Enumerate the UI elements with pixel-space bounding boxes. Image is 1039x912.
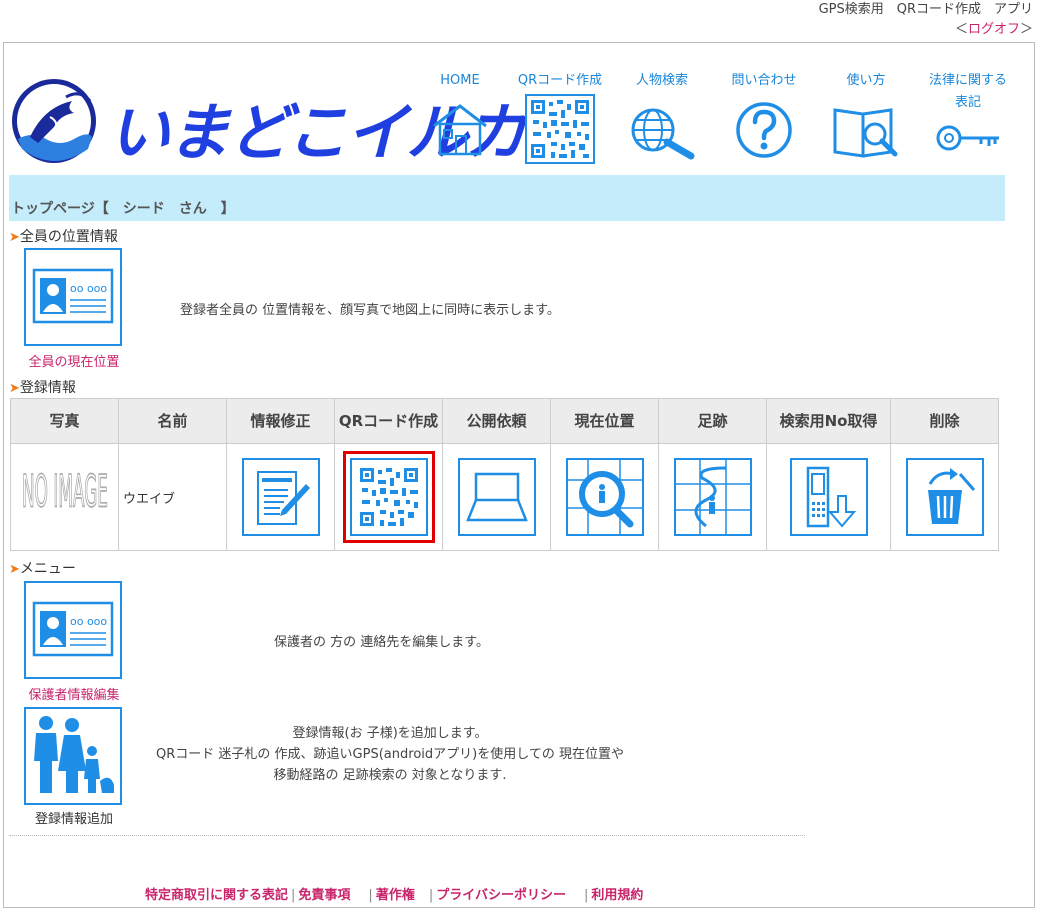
col-name: 名前: [118, 398, 227, 444]
logo[interactable]: いまどこイルカ: [10, 79, 526, 169]
house-icon: [433, 104, 487, 156]
qr-cell: [334, 443, 443, 551]
col-delete: 削除: [890, 398, 999, 444]
name-cell: ウエイブ: [118, 443, 227, 551]
footer-separator: |: [428, 888, 434, 903]
footer-separator: |: [368, 888, 373, 903]
bracket-right: ＞: [1019, 22, 1033, 37]
breadcrumb: トップページ【 シード さん 】: [11, 201, 235, 217]
footer-link-terms[interactable]: 利用規約: [591, 888, 643, 903]
col-publish: 公開依頼: [442, 398, 551, 444]
trash-icon: [927, 468, 975, 524]
nav-usage-label: 使い方: [846, 73, 886, 88]
col-footprint: 足跡: [658, 398, 767, 444]
location-cell: [550, 443, 659, 551]
top-header: GPS検索用 QRコード作成 アプリ ＜ログオフ＞: [819, 0, 1033, 40]
phone-download-icon: [806, 466, 856, 528]
nav-person-search-label: 人物検索: [635, 73, 688, 88]
photo-cell: NO IMAGE: [10, 443, 119, 551]
guardian-edit-card[interactable]: oo ooo: [24, 581, 122, 679]
section-menu-title-text: メニュー: [19, 561, 76, 577]
no-image-icon: NO IMAGE: [21, 464, 108, 518]
section-all-title: ➤全員の位置情報: [9, 226, 118, 246]
edit-document-icon: [256, 471, 310, 525]
current-location-button[interactable]: [565, 458, 644, 536]
id-card-icon: oo ooo: [32, 601, 114, 657]
section-all-title-text: 全員の位置情報: [19, 229, 118, 245]
all-location-link[interactable]: 全員の現在位置: [14, 351, 134, 370]
footprint-button[interactable]: [673, 458, 752, 536]
footprint-map-icon: [675, 460, 750, 534]
footprint-cell: [658, 443, 767, 551]
add-registration-card[interactable]: [24, 707, 122, 805]
footer-link-copyright[interactable]: 著作権: [376, 888, 415, 903]
col-photo: 写真: [10, 398, 119, 444]
delete-cell: [890, 443, 999, 551]
footer-link-disclaimer[interactable]: 免責事項: [298, 888, 350, 903]
arrow-icon: ➤: [9, 381, 20, 396]
registration-table: 写真 名前 情報修正 QRコード作成 公開依頼 現在位置 足跡 検索用No取得 …: [10, 398, 999, 551]
publish-cell: [442, 443, 551, 551]
col-edit: 情報修正: [226, 398, 335, 444]
add-registration-link[interactable]: 登録情報追加: [14, 808, 134, 827]
dolphin-logo-icon: [12, 79, 96, 163]
all-location-card[interactable]: oo ooo: [24, 248, 122, 346]
footer-link-commerce[interactable]: 特定商取引に関する表記: [145, 888, 288, 903]
add-registration-desc-line-3: 移動経路の 足跡検索の 対象となります.: [273, 768, 507, 783]
search-no-cell: [766, 443, 891, 551]
footer-separator: |: [291, 888, 296, 903]
nav-qr-label: QRコード作成: [517, 73, 603, 88]
footer-separator: |: [583, 888, 589, 903]
question-icon: [736, 102, 792, 158]
add-registration-desc-line-1: 登録情報(お 子様)を追加します。: [292, 726, 488, 741]
qr-create-selected: [342, 451, 435, 543]
location-search-icon: [567, 460, 642, 534]
no-image-text: NO IMAGE: [22, 465, 108, 517]
section-reg-title: ➤登録情報: [9, 377, 76, 397]
key-icon: [936, 125, 999, 151]
app-name: GPS検索用 QRコード作成 アプリ: [818, 2, 1033, 17]
section-menu-title: ➤メニュー: [9, 558, 76, 578]
nav-legal-label-2: 表記: [954, 95, 981, 110]
section-reg-title-text: 登録情報: [19, 380, 76, 396]
qr-code-icon: [359, 468, 418, 526]
edit-info-button[interactable]: [241, 458, 320, 536]
qr-create-button[interactable]: [349, 458, 428, 536]
breadcrumb-banner: トップページ【 シード さん 】: [9, 175, 1005, 221]
logoff-area: ＜ログオフ＞: [819, 20, 1033, 40]
col-qr: QRコード作成: [334, 398, 443, 444]
logoff-link[interactable]: ログオフ: [968, 22, 1020, 37]
nav-home-label: HOME: [440, 73, 480, 88]
laptop-icon: [465, 472, 528, 522]
guardian-edit-description: 保護者の 方の 連絡先を編集します。: [274, 635, 489, 650]
publish-request-button[interactable]: [457, 458, 536, 536]
arrow-icon: ➤: [9, 562, 20, 577]
add-registration-desc-line-2: QRコード 迷子札の 作成、跡追いGPS(androidアプリ)を使用しての 現…: [156, 747, 624, 762]
globe-search-icon: [631, 108, 695, 160]
edit-cell: [226, 443, 335, 551]
nav-legal-label: 法律に関する: [928, 73, 1007, 88]
footer-links: 特定商取引に関する表記 | 免責事項 | 著作権 | プライバシーポリシー | 利用規約: [145, 884, 643, 903]
add-registration-description: 登録情報(お 子様)を追加します。 QRコード 迷子札の 作成、跡追いGPS(a…: [140, 723, 640, 786]
family-icon: [34, 716, 114, 793]
id-card-icon: oo ooo: [32, 268, 114, 324]
table-row: NO IMAGE ウエイブ: [10, 443, 999, 551]
nav-contact-label: 問い合わせ: [731, 73, 797, 88]
guardian-edit-link[interactable]: 保護者情報編集: [14, 684, 134, 703]
col-location: 現在位置: [550, 398, 659, 444]
divider: [9, 835, 805, 836]
col-search-no: 検索用No取得: [766, 398, 891, 444]
arrow-icon: ➤: [9, 230, 20, 245]
search-no-button[interactable]: [789, 458, 868, 536]
book-search-icon: [833, 108, 898, 158]
svg-text:oo ooo: oo ooo: [70, 282, 107, 295]
all-location-description: 登録者全員の 位置情報を、顔写真で地図上に同時に表示します。: [180, 303, 560, 318]
delete-button[interactable]: [905, 458, 984, 536]
table-header-row: 写真 名前 情報修正 QRコード作成 公開依頼 現在位置 足跡 検索用No取得 …: [10, 398, 999, 444]
bracket-left: ＜: [954, 22, 968, 37]
footer-link-privacy[interactable]: プライバシーポリシー: [436, 888, 566, 903]
qr-code-icon: [525, 94, 595, 164]
svg-text:oo ooo: oo ooo: [70, 615, 107, 628]
